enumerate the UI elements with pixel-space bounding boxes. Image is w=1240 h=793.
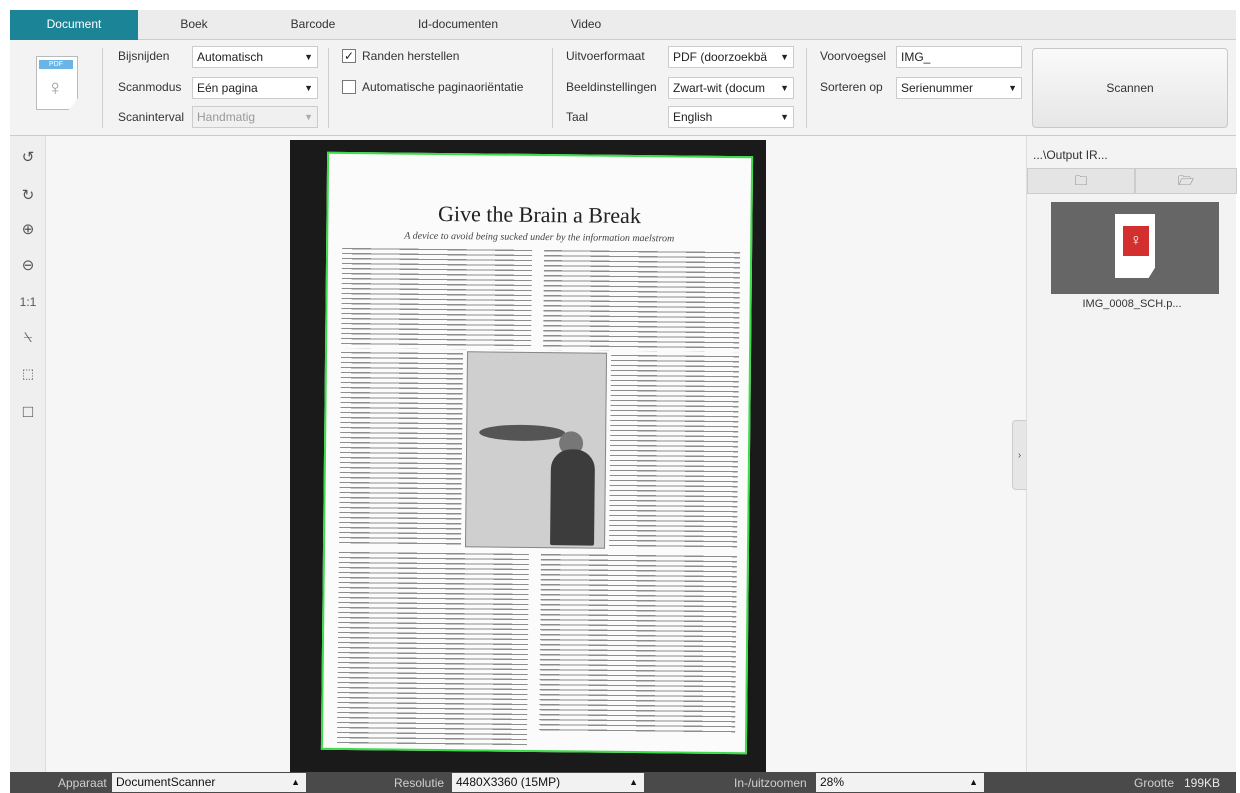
rotate-left-icon[interactable]: ↺ — [14, 144, 42, 172]
illustration-figure — [550, 449, 596, 546]
text-column — [543, 248, 741, 353]
auto-orientatie-label: Automatische paginaoriëntatie — [362, 80, 524, 94]
crop-frame-icon[interactable]: □ — [14, 398, 42, 426]
expand-panel-icon[interactable]: › — [1012, 420, 1026, 490]
uitvoerformaat-select[interactable]: PDF (doorzoekbä ▼ — [668, 46, 794, 68]
grootte-value: 199KB — [1184, 776, 1221, 790]
scanmodus-select[interactable]: Eén pagina ▼ — [192, 77, 318, 99]
scanner-app: Document Boek Barcode Id-documenten Vide… — [0, 0, 1240, 793]
chevron-down-icon: ▼ — [780, 112, 789, 122]
sorteren-op-label: Sorteren op — [820, 80, 883, 94]
chevron-down-icon: ▼ — [304, 112, 313, 122]
zoom-value: 28% — [820, 775, 845, 789]
beeldinstellingen-select[interactable]: Zwart-wit (docum ▼ — [668, 77, 794, 99]
text-column — [341, 245, 533, 350]
tab-id-documenten[interactable]: Id-documenten — [372, 10, 544, 40]
bijsnijden-value: Automatisch — [197, 50, 264, 64]
resolutie-select[interactable]: 4480X3360 (15MP) ▲ — [452, 773, 644, 792]
file-thumbnail[interactable]: ♀ — [1051, 202, 1219, 294]
uitvoerformaat-label: Uitvoerformaat — [566, 49, 645, 63]
uitvoerformaat-value: PDF (doorzoekbä — [673, 50, 768, 64]
chevron-up-icon: ▲ — [629, 777, 638, 787]
sorteren-op-select[interactable]: Serienummer ▼ — [896, 77, 1022, 99]
scan-preview: Give the Brain a Break A device to avoid… — [290, 140, 766, 772]
resolutie-label: Resolutie — [394, 776, 445, 790]
status-bar: Apparaat DocumentScanner ▲ Resolutie 4480… — [10, 772, 1236, 793]
article-subtitle: A device to avoid being sucked under by … — [404, 230, 675, 245]
scaninterval-select: Handmatig ▼ — [192, 106, 318, 128]
bijsnijden-select[interactable]: Automatisch ▼ — [192, 46, 318, 68]
tab-bar: Document Boek Barcode Id-documenten Vide… — [10, 10, 1236, 40]
text-column — [339, 349, 464, 548]
tab-video[interactable]: Video — [544, 10, 628, 40]
scanmodus-label: Scanmodus — [118, 80, 182, 94]
open-folder-icon[interactable]: 🗀 — [1027, 168, 1135, 194]
thumbnail-filename: IMG_0008_SCH.p... — [1082, 298, 1182, 310]
text-column — [539, 552, 737, 735]
voorvoegsel-label: Voorvoegsel — [820, 49, 887, 63]
scaninterval-label: Scaninterval — [118, 110, 185, 124]
zoom-label: In-/uitzoomen — [734, 776, 807, 790]
chevron-down-icon: ▼ — [780, 52, 789, 62]
auto-crop-icon[interactable]: ⬚ — [14, 360, 42, 388]
separator — [552, 48, 553, 128]
scanmodus-value: Eén pagina — [197, 81, 258, 95]
separator — [806, 48, 807, 128]
bijsnijden-label: Bijsnijden — [118, 49, 170, 63]
tab-document[interactable]: Document — [10, 10, 138, 40]
auto-orientatie-checkbox[interactable] — [342, 80, 356, 94]
chevron-down-icon: ▼ — [304, 83, 313, 93]
rotate-right-icon[interactable]: ↻ — [14, 182, 42, 210]
beeldinstellingen-value: Zwart-wit (docum — [673, 81, 766, 95]
randen-herstellen-checkbox[interactable]: ✓ — [342, 49, 356, 63]
acrobat-logo-icon: ♀ — [47, 75, 64, 100]
tab-boek[interactable]: Boek — [138, 10, 250, 40]
left-toolbar: ↺ ↻ ⊕ ⊖ 1:1 ⍀ ⬚ □ — [10, 136, 46, 772]
actual-size-icon[interactable]: 1:1 — [14, 288, 42, 316]
grootte-label: Grootte — [1134, 776, 1175, 790]
pdf-file-icon: PDF ♀ — [36, 56, 78, 110]
output-panel: ...\Output IR... 🗀 🗁 ♀ IMG_0008_SCH.p... — [1026, 136, 1237, 772]
randen-herstellen-label: Randen herstellen — [362, 49, 460, 63]
sorteren-op-value: Serienummer — [901, 81, 974, 95]
taal-label: Taal — [566, 110, 589, 124]
taal-select[interactable]: English ▼ — [668, 106, 794, 128]
folder-icon[interactable]: 🗁 — [1135, 168, 1237, 194]
apparaat-value: DocumentScanner — [116, 775, 216, 789]
taal-value: English — [673, 110, 713, 124]
chevron-down-icon: ▼ — [780, 83, 789, 93]
output-path: ...\Output IR... — [1033, 148, 1108, 162]
separator — [328, 48, 329, 128]
scaninterval-value: Handmatig — [197, 110, 256, 124]
chevron-down-icon: ▼ — [304, 52, 313, 62]
voorvoegsel-input[interactable]: IMG_ — [896, 46, 1022, 68]
scan-options-panel: PDF ♀ Bijsnijden Automatisch ▼ Scanmodus … — [10, 40, 1236, 136]
chevron-up-icon: ▲ — [969, 777, 978, 787]
article-title: Give the Brain a Break — [437, 200, 642, 229]
acrobat-logo-icon: ♀ — [1123, 226, 1149, 256]
pdf-badge: PDF — [39, 60, 73, 69]
zoom-in-icon[interactable]: ⊕ — [14, 216, 42, 244]
scan-button[interactable]: Scannen — [1032, 48, 1228, 128]
separator — [102, 48, 103, 128]
apparaat-label: Apparaat — [58, 776, 107, 790]
text-column — [336, 549, 529, 746]
zoom-select[interactable]: 28% ▲ — [816, 773, 984, 792]
apparaat-select[interactable]: DocumentScanner ▲ — [112, 773, 306, 792]
preview-area: Give the Brain a Break A device to avoid… — [46, 136, 1026, 772]
beeldinstellingen-label: Beeldinstellingen — [566, 80, 657, 94]
resolutie-value: 4480X3360 (15MP) — [456, 775, 561, 789]
article-illustration — [465, 351, 608, 549]
tab-barcode[interactable]: Barcode — [254, 10, 372, 40]
stamp-icon[interactable]: ⍀ — [14, 324, 42, 352]
text-column — [609, 352, 740, 551]
scanned-page[interactable]: Give the Brain a Break A device to avoid… — [320, 151, 754, 755]
illustration-lamp — [479, 424, 566, 442]
chevron-up-icon: ▲ — [291, 777, 300, 787]
zoom-out-icon[interactable]: ⊖ — [14, 252, 42, 280]
chevron-down-icon: ▼ — [1008, 83, 1017, 93]
